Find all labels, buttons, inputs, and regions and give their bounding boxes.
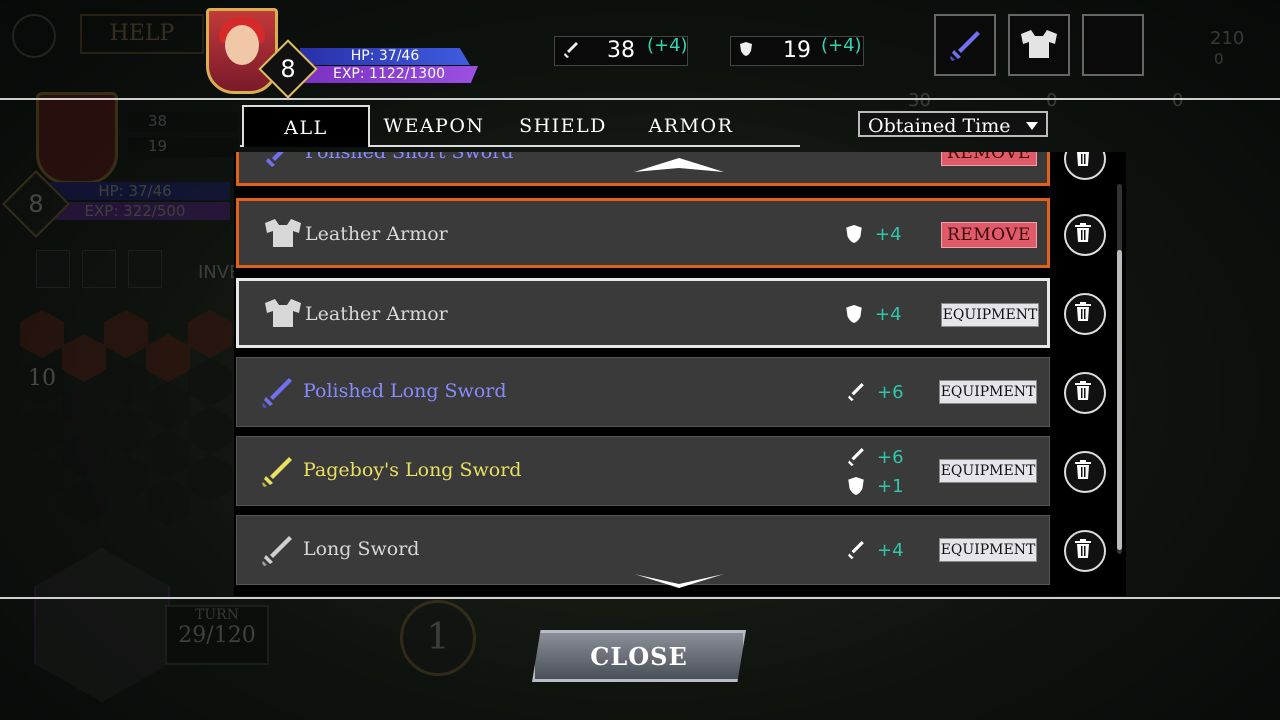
item-name: Polished Short Sword [305,152,514,163]
close-button[interactable]: CLOSE [532,630,746,682]
item-stat: +4 [846,224,902,245]
delete-button[interactable] [1064,293,1106,335]
equip-button[interactable]: EQUIPMENT [939,459,1037,483]
trash-icon [1075,539,1091,558]
exp-bar: EXP: 1122/1300 [300,66,478,83]
scrollbar-thumb[interactable] [1117,250,1122,550]
delete-button[interactable] [1064,152,1106,180]
armor-icon [1021,30,1057,58]
item-name: Long Sword [303,538,420,560]
sword-icon [848,448,864,466]
scroll-up-icon[interactable] [634,158,724,172]
defense-value: 19 [783,38,811,63]
item-stat: +6 [848,382,904,403]
list-item[interactable]: Pageboy's Long Sword +6 +1 EQUIPMENT [236,436,1050,506]
trash-icon [1077,152,1089,166]
attack-bonus: (+4) [647,35,688,56]
trash-icon [1075,302,1091,321]
item-stat: +4 [848,540,904,561]
sword-icon [259,374,295,410]
item-name: Pageboy's Long Sword [303,459,522,481]
shield-icon [846,305,862,323]
overlay-bottom-border [0,597,1280,599]
trash-icon [1075,460,1091,479]
category-tabs: ALL WEAPON SHIELD ARMOR [240,105,800,147]
equip-button[interactable]: EQUIPMENT [939,380,1037,404]
defense-stat: 19 (+4) [730,35,864,66]
shield-icon [848,477,864,495]
shield-slot[interactable] [1082,14,1144,76]
delete-button[interactable] [1064,451,1106,493]
equip-button[interactable]: EQUIPMENT [939,538,1037,562]
item-name: Leather Armor [305,223,448,245]
remove-button[interactable]: REMOVE [941,222,1037,248]
sword-icon [259,453,295,489]
weapon-slot[interactable] [934,14,996,76]
trash-icon [1075,381,1091,400]
tab-armor[interactable]: ARMOR [638,105,744,145]
hp-bar: HP: 37/46 [300,48,470,65]
inventory-list[interactable]: Polished Short Sword REMOVE Leather Armo… [234,152,1126,596]
item-name: Polished Long Sword [303,380,507,402]
equip-button[interactable]: EQUIPMENT [941,303,1039,327]
shield-icon [846,225,862,243]
remove-button[interactable]: REMOVE [941,152,1037,166]
sword-icon [848,383,864,401]
tab-shield[interactable]: SHIELD [510,105,616,145]
attack-stat: 38 (+4) [554,35,688,66]
list-item[interactable]: Leather Armor +4 EQUIPMENT [236,278,1050,348]
sword-icon [950,31,980,61]
hero-portrait [206,8,278,94]
tab-all[interactable]: ALL [242,105,370,147]
trash-icon [1075,223,1091,242]
overlay-top-border [0,98,1280,100]
sword-icon [848,541,864,559]
list-item[interactable]: Leather Armor +4 REMOVE [236,198,1050,268]
item-stat: +1 [848,476,904,497]
armor-icon [261,217,301,253]
defense-bonus: (+4) [821,35,862,56]
sword-icon [261,152,297,171]
list-item[interactable]: Polished Long Sword +6 EQUIPMENT [236,357,1050,427]
item-stat: +6 [848,447,904,468]
chevron-down-icon [1026,122,1038,130]
shield-icon [739,41,753,61]
sword-icon [259,532,295,568]
sword-icon [563,41,579,63]
attack-value: 38 [607,38,635,63]
scroll-down-icon[interactable] [634,574,724,588]
armor-slot[interactable] [1008,14,1070,76]
delete-button[interactable] [1064,372,1106,414]
item-stat: +4 [846,304,902,325]
delete-button[interactable] [1064,214,1106,256]
sort-dropdown[interactable]: Obtained Time [858,111,1048,137]
delete-button[interactable] [1064,530,1106,572]
item-name: Leather Armor [305,303,448,325]
armor-icon [261,297,301,333]
tab-weapon[interactable]: WEAPON [376,105,492,145]
